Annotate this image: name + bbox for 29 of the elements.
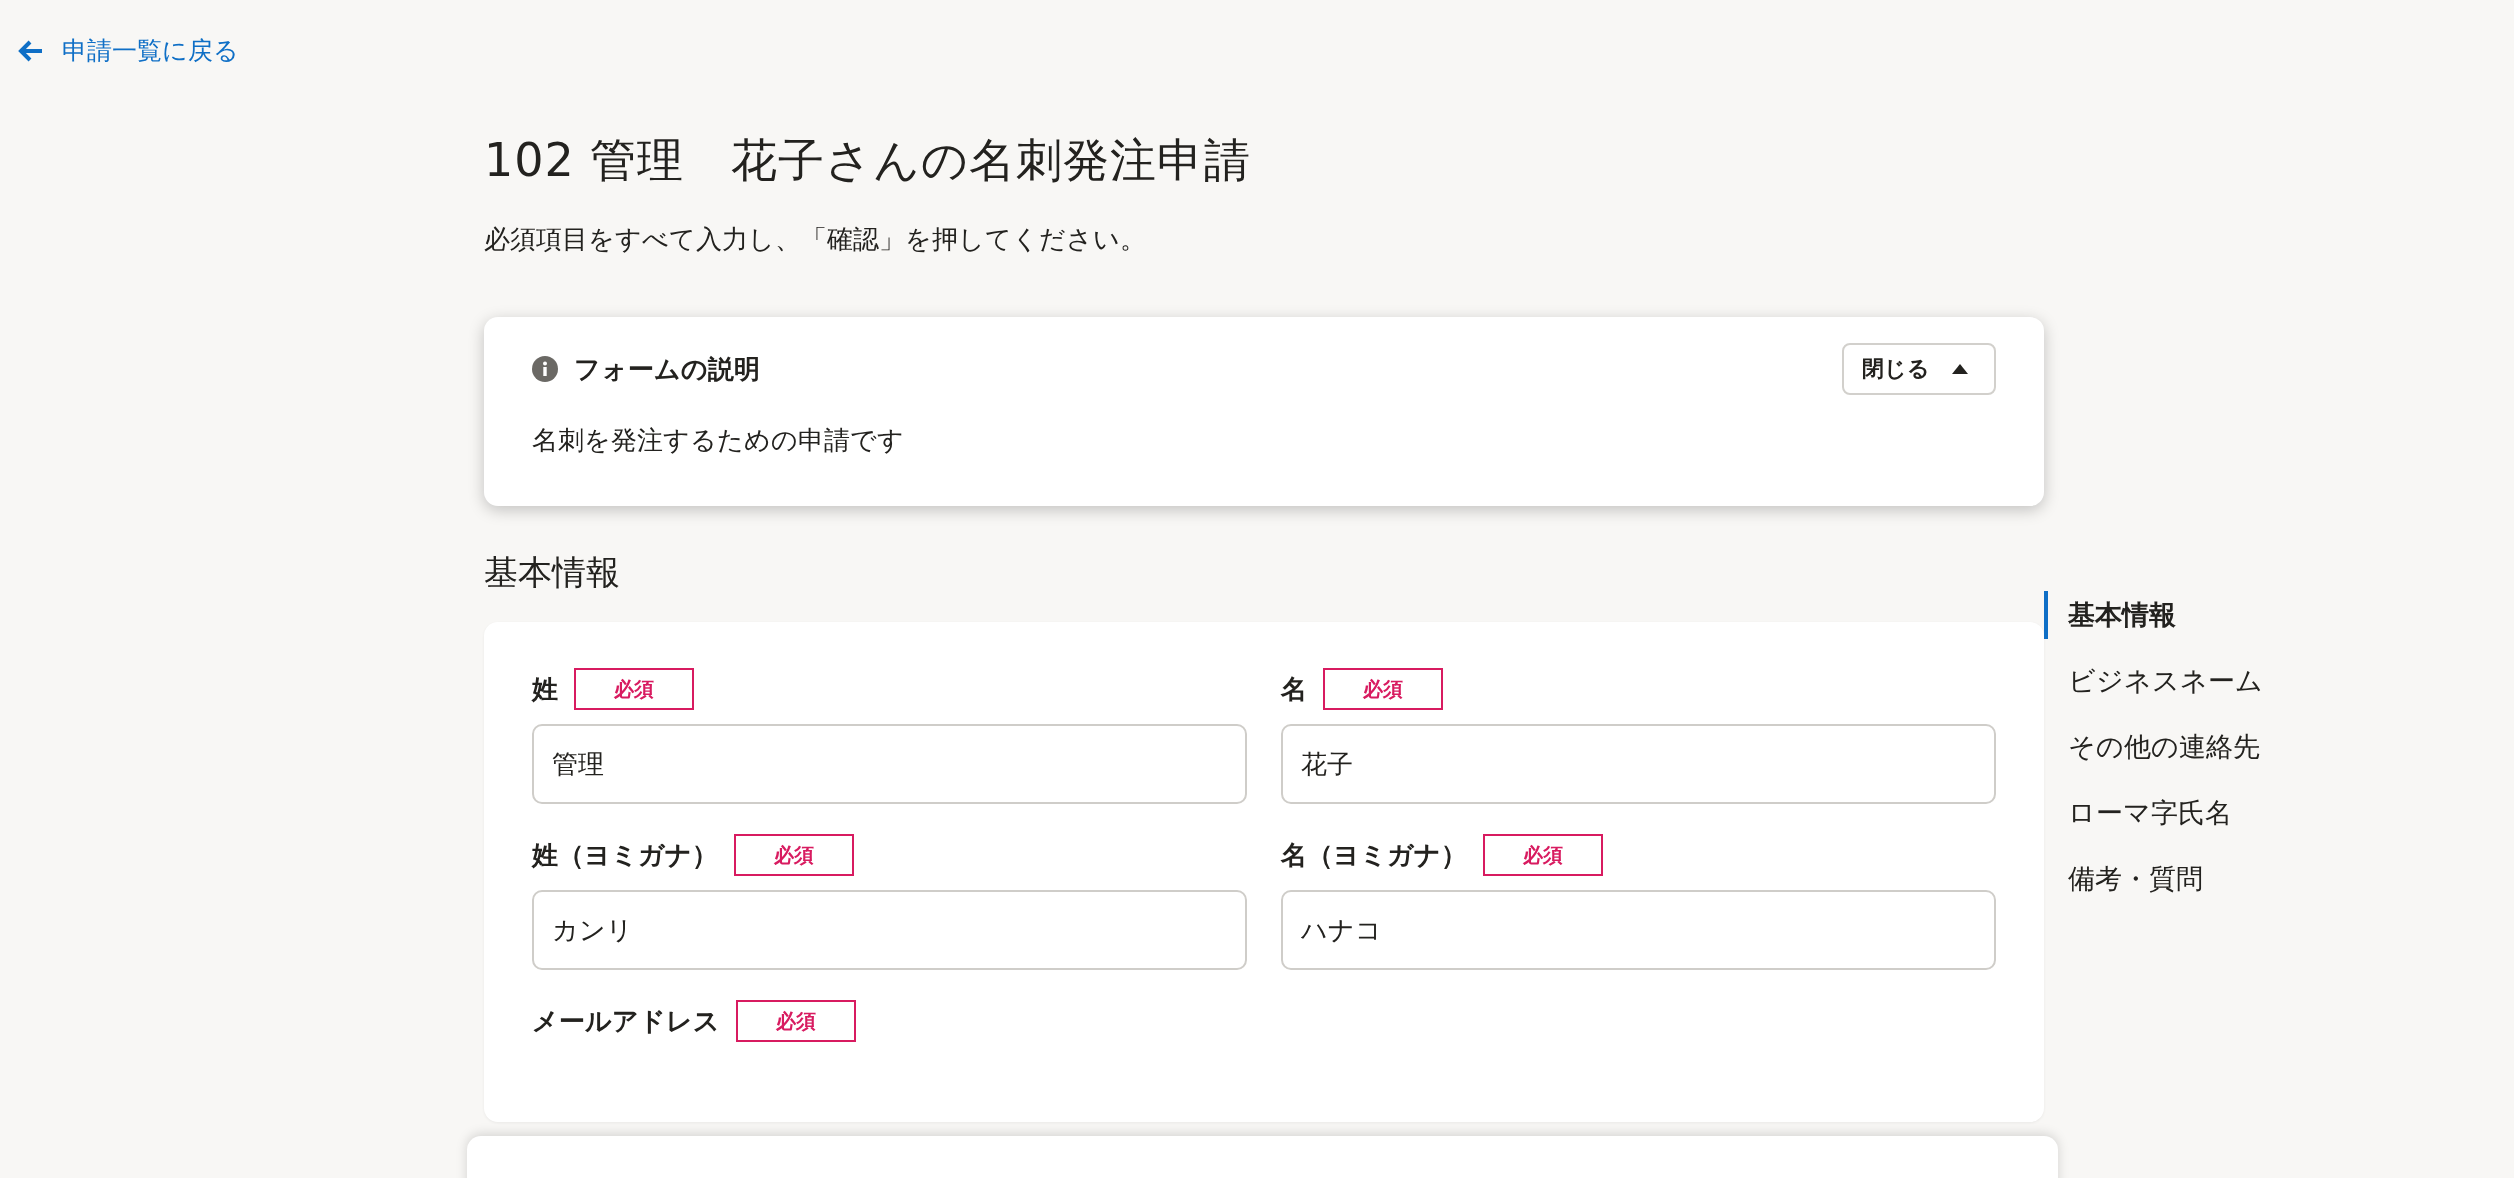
field-label: 姓 bbox=[532, 672, 558, 706]
field-label: 名（ヨミガナ） bbox=[1281, 838, 1467, 872]
nav-item[interactable]: 基本情報 bbox=[2044, 591, 2514, 639]
required-tag: 必須 bbox=[1323, 668, 1443, 710]
back-link[interactable]: 申請一覧に戻る bbox=[18, 34, 239, 67]
nav-item[interactable]: その他の連絡先 bbox=[2044, 723, 2514, 771]
nav-item[interactable]: ローマ字氏名 bbox=[2044, 789, 2514, 837]
input-field[interactable]: 管理 bbox=[532, 724, 1247, 804]
section-heading: 基本情報 bbox=[484, 551, 621, 594]
arrow-left-icon bbox=[18, 39, 44, 62]
caret-icon bbox=[1952, 364, 1968, 374]
nav-item[interactable]: ビジネスネーム bbox=[2044, 657, 2514, 705]
field-label: メールアドレス bbox=[532, 1004, 720, 1038]
input-field[interactable]: カンリ bbox=[532, 890, 1247, 970]
required-tag: 必須 bbox=[736, 1000, 856, 1042]
input-field[interactable]: ハナコ bbox=[1281, 890, 1996, 970]
required-tag: 必須 bbox=[574, 668, 694, 710]
required-tag: 必須 bbox=[734, 834, 854, 876]
page-title: 102 管理 花子さんの名刺発注申請 bbox=[484, 132, 1253, 189]
required-tag: 必須 bbox=[1483, 834, 1603, 876]
field-label: 名 bbox=[1281, 672, 1307, 706]
page-subtitle: 必須項目をすべて入力し、「確認」を押してください。 bbox=[484, 223, 1147, 256]
field-label: 姓（ヨミガナ） bbox=[532, 838, 718, 872]
card-description: 名刺を発注するための申請です bbox=[532, 424, 905, 457]
collapse-button[interactable]: 閉じる bbox=[1842, 343, 1996, 395]
info-icon bbox=[532, 356, 558, 382]
input-field[interactable]: 花子 bbox=[1281, 724, 1996, 804]
card-title: フォームの説明 bbox=[574, 352, 760, 386]
nav-item[interactable]: 備考・質問 bbox=[2044, 855, 2514, 903]
